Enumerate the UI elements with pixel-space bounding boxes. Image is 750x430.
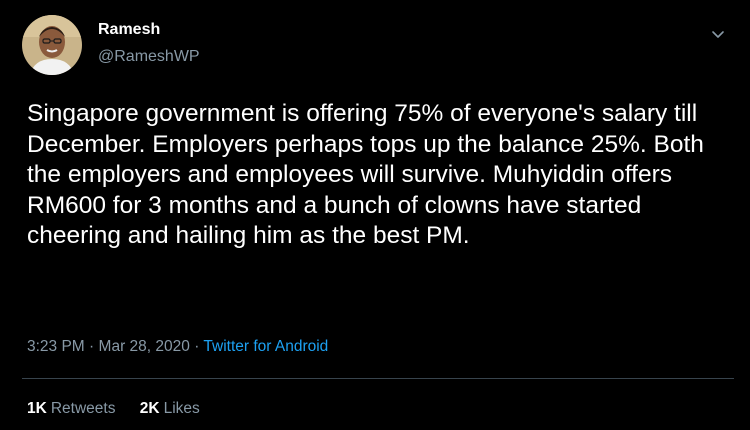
retweets-stat[interactable]: 1K Retweets: [27, 400, 120, 417]
likes-label: Likes: [163, 400, 200, 417]
tweet-text: Singapore government is offering 75% of …: [27, 100, 704, 249]
tweet-card: Ramesh @RameshWP Singapore government is…: [0, 0, 750, 430]
likes-stat[interactable]: 2K Likes: [140, 400, 200, 417]
retweets-count: 1K: [27, 400, 47, 417]
meta-separator: ·: [194, 338, 200, 355]
tweet-source-link[interactable]: Twitter for Android: [203, 338, 328, 355]
tweet-meta: 3:23 PM · Mar 28, 2020 · Twitter for And…: [27, 338, 328, 356]
avatar-image: [22, 15, 82, 75]
tweet-time[interactable]: 3:23 PM: [27, 338, 85, 355]
likes-count: 2K: [139, 400, 160, 417]
chevron-down-icon[interactable]: [706, 22, 730, 46]
retweets-label: Retweets: [50, 400, 116, 417]
divider: [22, 378, 734, 379]
user-handle[interactable]: @RameshWP: [98, 48, 200, 66]
display-name[interactable]: Ramesh: [98, 21, 160, 39]
tweet-stats: 1K Retweets 2K Likes: [27, 400, 220, 418]
meta-separator: ·: [89, 338, 95, 355]
tweet-date[interactable]: Mar 28, 2020: [99, 338, 190, 355]
avatar[interactable]: [22, 15, 82, 75]
